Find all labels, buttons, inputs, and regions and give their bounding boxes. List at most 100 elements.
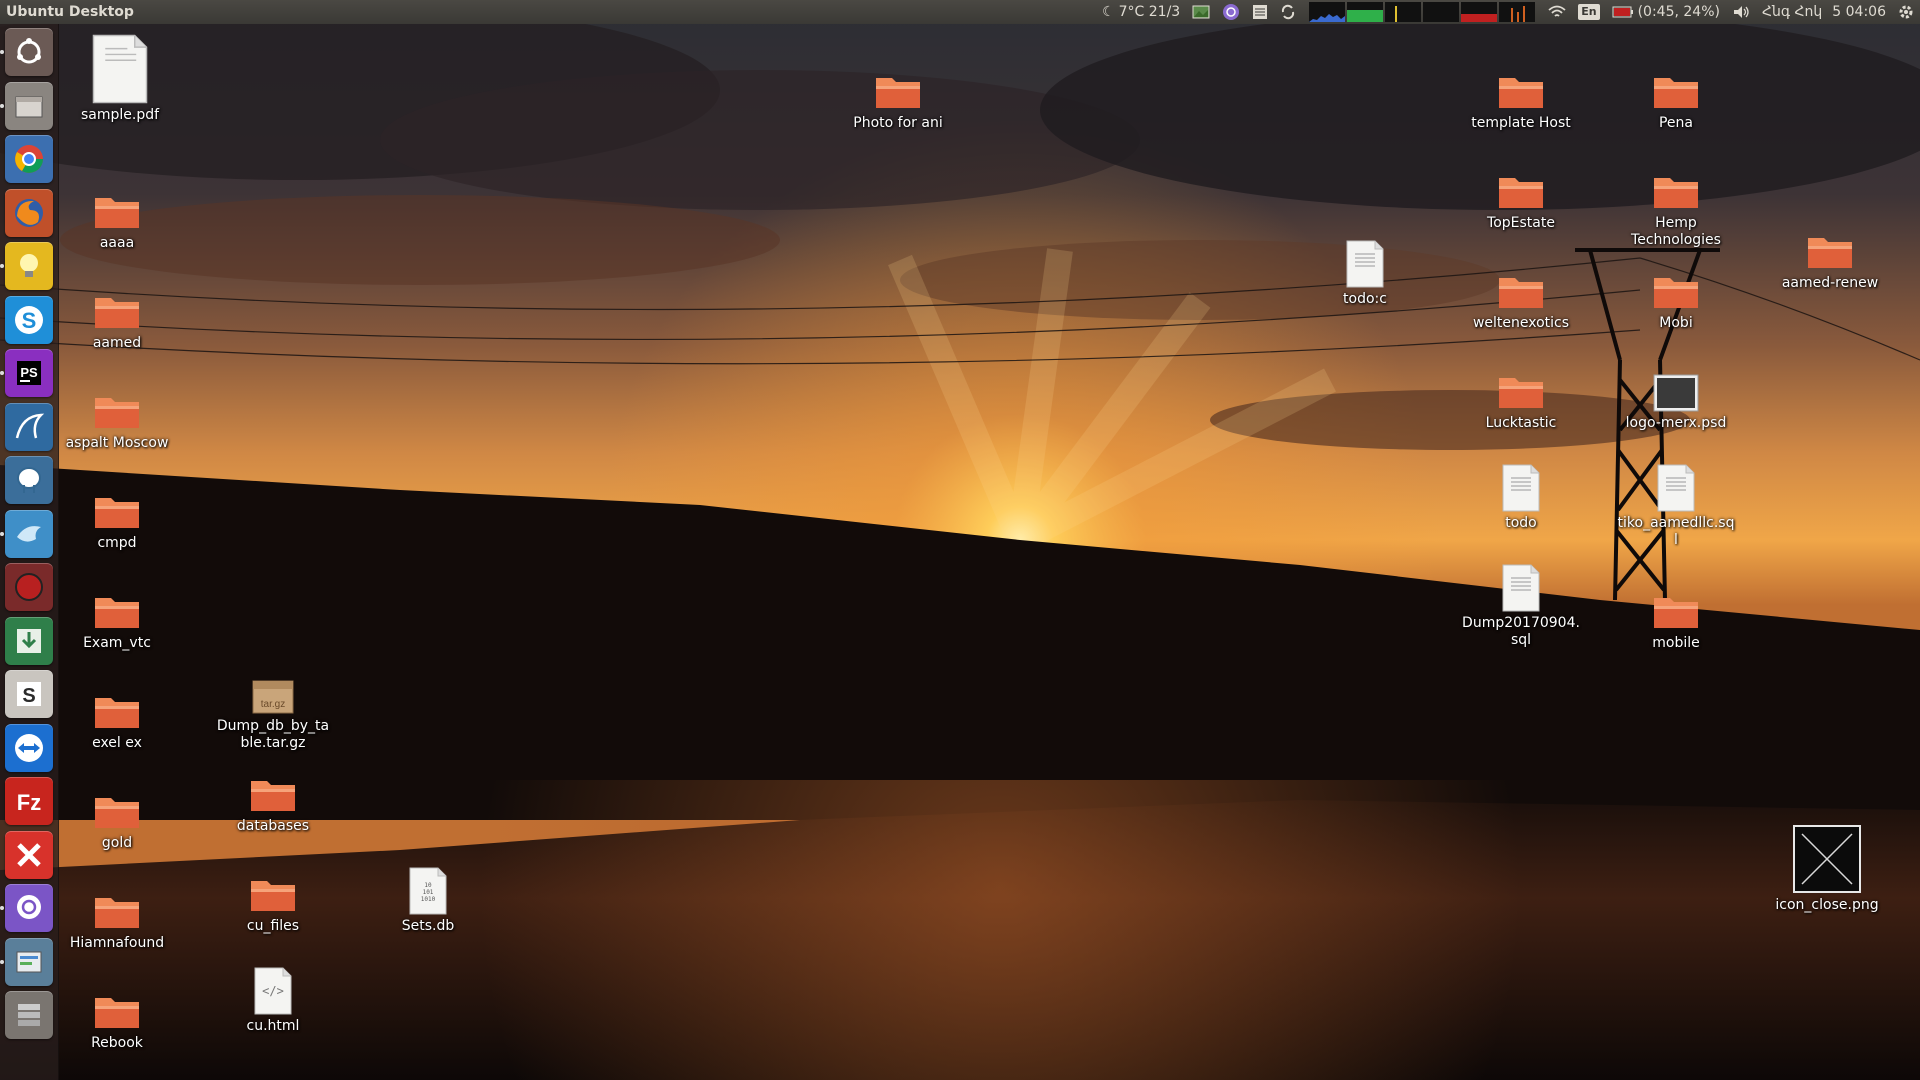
desktop-icon-label: exel ex — [92, 735, 142, 751]
desktop-icon-label: Hiamnafound — [69, 935, 165, 951]
desktop-icon-folder[interactable]: Pena — [1616, 52, 1736, 132]
folder-icon — [87, 172, 147, 232]
desktop-icon-label: Lucktastic — [1485, 415, 1557, 431]
moon-icon: ☾ — [1102, 4, 1115, 20]
launcher-firefox[interactable] — [5, 188, 53, 237]
desktop-icon-label: aamed-renew — [1781, 275, 1879, 291]
weather-indicator[interactable]: ☾ 7°C 21/3 — [1096, 0, 1186, 24]
sound-indicator[interactable] — [1726, 0, 1756, 24]
launcher-x-tool[interactable] — [5, 830, 53, 879]
desktop-icon-folder[interactable]: aaaa — [57, 172, 177, 252]
running-indicator — [0, 371, 4, 375]
svg-text:1010: 1010 — [421, 896, 436, 903]
desktop-icon-folder[interactable]: Lucktastic — [1461, 352, 1581, 432]
desktop-icon-text[interactable]: todo:c — [1305, 228, 1425, 308]
launcher-idea-bulb[interactable] — [5, 242, 53, 290]
launcher-red-circle-app[interactable] — [5, 563, 53, 611]
desktop-icon-text[interactable]: todo — [1461, 452, 1581, 532]
time-text: 5 04:06 — [1832, 4, 1886, 20]
pdf-file-icon — [83, 30, 157, 104]
desktop-icon-archive[interactable]: tar.gz Dump_db_by_table.tar.gz — [213, 655, 333, 752]
window-title: Ubuntu Desktop — [6, 4, 134, 20]
chrome-icon — [12, 142, 46, 176]
desktop-icon-text[interactable]: tiko_aamedllc.sql — [1616, 452, 1736, 549]
desktop-icon-pdf[interactable]: sample.pdf — [60, 30, 180, 124]
desktop-icon-folder[interactable]: gold — [57, 772, 177, 852]
teamviewer-icon — [12, 731, 46, 765]
sync-indicator[interactable] — [1274, 0, 1302, 24]
desktop-icon-label: Sets.db — [401, 918, 455, 934]
desktop-icon-folder[interactable]: exel ex — [57, 672, 177, 752]
viber-indicator[interactable] — [1216, 0, 1246, 24]
image-app-indicator[interactable] — [1186, 0, 1216, 24]
desktop-icon-folder[interactable]: cu_files — [213, 855, 333, 935]
launcher-download-arrow[interactable] — [5, 616, 53, 665]
cpu-graph-icon — [1309, 2, 1346, 22]
desktop-icon-label: weltenexotics — [1472, 315, 1570, 331]
desktop-icon-folder[interactable]: TopEstate — [1461, 152, 1581, 232]
indicator-area: ☾ 7°C 21/3 En (0:45, 24%) Հնգ Հոկ 5 04:0… — [1096, 0, 1920, 24]
desktop-icon-folder[interactable]: template Host — [1461, 52, 1581, 132]
session-indicator[interactable] — [1892, 0, 1920, 24]
launcher-ubuntu-dash[interactable] — [5, 28, 53, 76]
desktop-icon-label: aspalt Moscow — [65, 435, 169, 451]
desktop-icon-label: Exam_vtc — [83, 635, 151, 651]
folder-icon — [87, 872, 147, 932]
launcher-slack-s[interactable]: S — [5, 670, 53, 718]
launcher-filezilla[interactable]: Fz — [5, 777, 53, 825]
html-file-icon: </> — [243, 955, 303, 1015]
launcher-files[interactable] — [5, 81, 53, 130]
launcher-skype[interactable]: S — [5, 295, 53, 344]
folder-icon — [87, 372, 147, 432]
desktop-icon-label: databases — [236, 818, 310, 834]
desktop-icon-label: cu.html — [246, 1018, 300, 1034]
launcher-mysql-workbench[interactable] — [5, 402, 53, 451]
date-text: Հնգ Հոկ — [1761, 4, 1823, 20]
desktop-icon-folder[interactable]: Hiamnafound — [57, 872, 177, 952]
desktop-icon-folder[interactable]: weltenexotics — [1461, 252, 1581, 332]
notes-indicator[interactable] — [1246, 0, 1274, 24]
firefox-icon — [12, 196, 46, 230]
launcher-stacked-apps[interactable] — [5, 991, 53, 1039]
desktop-icon-html[interactable]: </> cu.html — [213, 955, 333, 1035]
folder-icon — [243, 855, 303, 915]
top-panel: Ubuntu Desktop ☾ 7°C 21/3 En (0:45, 24%)… — [0, 0, 1920, 24]
launcher-bird-app[interactable] — [5, 509, 53, 558]
launcher-pgadmin[interactable] — [5, 456, 53, 504]
desktop-icon-folder[interactable]: Hemp Technologies — [1616, 152, 1736, 249]
desktop-icon-folder[interactable]: databases — [213, 755, 333, 835]
text-file-icon — [1491, 452, 1551, 512]
launcher-viber[interactable] — [5, 884, 53, 932]
launcher-chrome[interactable] — [5, 135, 53, 183]
svg-text:S: S — [22, 308, 37, 333]
desktop-icon-folder[interactable]: Rebook — [57, 972, 177, 1052]
desktop-icon-folder[interactable]: aspalt Moscow — [57, 372, 177, 452]
wifi-icon — [1548, 5, 1566, 17]
desktop-icon-folder[interactable]: mobile — [1616, 572, 1736, 652]
folder-icon — [1491, 52, 1551, 112]
desktop-icon-folder[interactable]: cmpd — [57, 472, 177, 552]
battery-indicator[interactable]: (0:45, 24%) — [1606, 0, 1726, 24]
wifi-indicator[interactable] — [1542, 0, 1572, 24]
desktop-icon-text[interactable]: Dump20170904.sql — [1461, 552, 1581, 649]
desktop-icon-folder[interactable]: Photo for ani — [838, 52, 958, 132]
desktop-icon-folder[interactable]: aamed-renew — [1770, 212, 1890, 292]
folder-icon — [87, 272, 147, 332]
weather-text: 7°C 21/3 — [1118, 4, 1181, 20]
desktop-icon-folder[interactable]: Exam_vtc — [57, 572, 177, 652]
keyboard-layout-indicator[interactable]: En — [1572, 0, 1605, 24]
load-graph-icon — [1461, 2, 1498, 22]
folder-icon — [243, 755, 303, 815]
launcher-software-updater[interactable] — [5, 937, 53, 986]
desktop-icon-folder[interactable]: aamed — [57, 272, 177, 352]
desktop-icon-image[interactable]: icon_close.png — [1767, 820, 1887, 914]
folder-icon — [87, 472, 147, 532]
desktop-icon-folder[interactable]: Mobi — [1616, 252, 1736, 332]
desktop-icon-psd[interactable]: logo-merx.psd — [1616, 352, 1736, 432]
system-monitor-indicator[interactable] — [1302, 0, 1542, 24]
clock-indicator[interactable]: Հնգ Հոկ 5 04:06 — [1756, 0, 1892, 24]
folder-icon — [87, 572, 147, 632]
desktop-icon-binary[interactable]: 10 101 1010 Sets.db — [368, 855, 488, 935]
launcher-teamviewer[interactable] — [5, 723, 53, 772]
launcher-phpstorm[interactable]: PS — [5, 349, 53, 397]
